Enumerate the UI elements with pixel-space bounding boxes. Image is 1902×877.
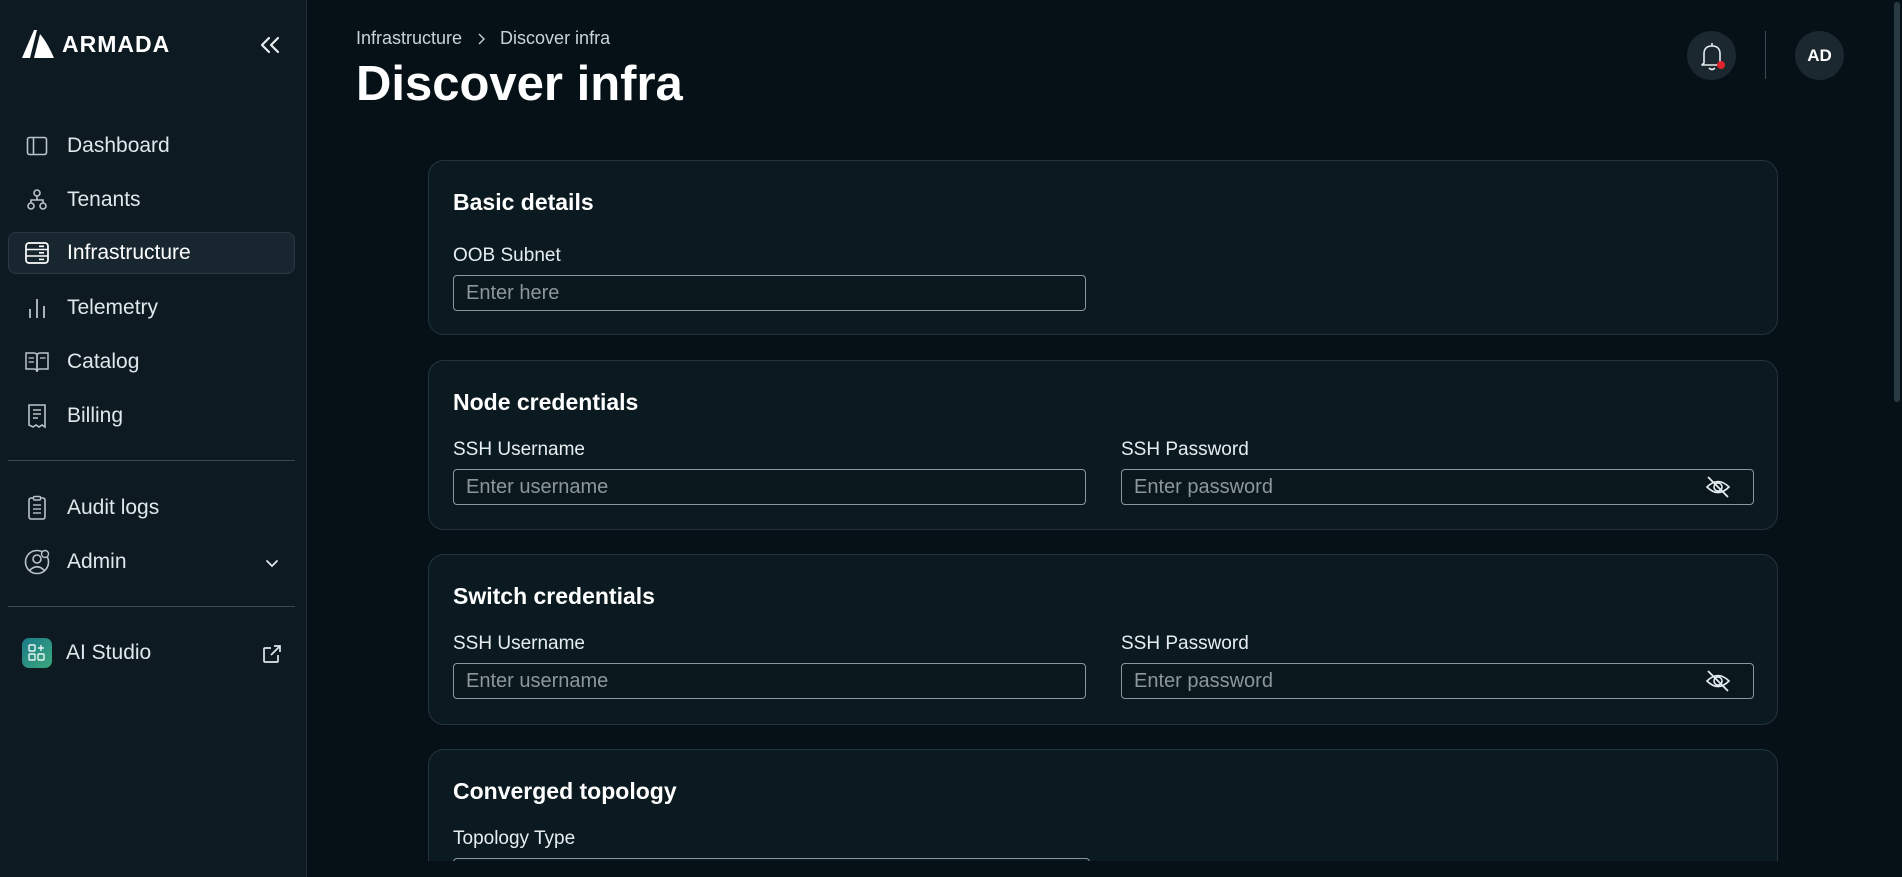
node-ssh-password-label: SSH Password <box>1121 439 1249 460</box>
notifications-button[interactable] <box>1687 31 1736 80</box>
armada-logo-icon <box>22 30 54 58</box>
sidebar-divider <box>8 606 295 607</box>
bell-icon <box>1700 42 1725 70</box>
book-icon <box>23 348 51 376</box>
sidebar-item-dashboard[interactable]: Dashboard <box>8 125 295 167</box>
collapse-sidebar-button[interactable] <box>255 30 285 60</box>
apps-icon <box>22 638 52 668</box>
switch-ssh-username-input[interactable] <box>453 663 1086 699</box>
switch-ssh-username-label: SSH Username <box>453 633 585 654</box>
switch-ssh-password-label: SSH Password <box>1121 633 1249 654</box>
sidebar-item-label: Infrastructure <box>67 241 191 264</box>
server-icon <box>23 239 51 267</box>
scrollbar[interactable] <box>1892 0 1902 877</box>
breadcrumb: Infrastructure Discover infra <box>356 28 610 49</box>
node-credentials-card: Node credentials SSH Username SSH Passwo… <box>428 360 1778 530</box>
card-title: Switch credentials <box>453 583 655 609</box>
sidebar-item-ai-studio[interactable]: AI Studio <box>8 632 295 674</box>
sidebar-item-admin[interactable]: Admin <box>8 541 295 583</box>
eye-off-icon[interactable] <box>1704 473 1732 501</box>
sidebar-item-audit-logs[interactable]: Audit logs <box>8 487 295 529</box>
header-divider <box>1765 31 1766 79</box>
bar-chart-icon <box>23 294 51 322</box>
sidebar: ARMADA Dashboard Tenants Infrastructure … <box>0 0 307 877</box>
tenants-icon <box>23 186 51 214</box>
sidebar-item-tenants[interactable]: Tenants <box>8 179 295 221</box>
node-ssh-username-input[interactable] <box>453 469 1086 505</box>
dashboard-icon <box>23 132 51 160</box>
switch-ssh-password-input[interactable] <box>1121 663 1754 699</box>
logo-text: ARMADA <box>62 30 171 57</box>
armada-logo[interactable]: ARMADA <box>20 28 170 60</box>
clipboard-icon <box>23 494 51 522</box>
card-title: Node credentials <box>453 389 639 415</box>
sidebar-divider <box>8 460 295 461</box>
chevron-down-icon[interactable] <box>260 551 284 575</box>
oob-subnet-input[interactable] <box>453 275 1086 311</box>
viewport-bottom-edge <box>308 861 1892 877</box>
sidebar-item-label: Catalog <box>67 350 140 373</box>
external-link-icon[interactable] <box>260 642 284 666</box>
page-title: Discover infra <box>356 57 683 111</box>
switch-credentials-card: Switch credentials SSH Username SSH Pass… <box>428 554 1778 725</box>
sidebar-item-billing[interactable]: Billing <box>8 395 295 437</box>
user-gear-icon <box>23 548 51 576</box>
card-title: Basic details <box>453 189 594 215</box>
topology-type-label: Topology Type <box>453 828 576 849</box>
scrollbar-thumb[interactable] <box>1894 2 1900 402</box>
sidebar-item-label: Billing <box>67 404 124 427</box>
sidebar-item-label: Admin <box>67 550 127 573</box>
breadcrumb-current: Discover infra <box>500 28 611 48</box>
node-ssh-username-label: SSH Username <box>453 439 585 460</box>
double-chevron-left-icon <box>260 36 280 54</box>
sidebar-item-label: Tenants <box>67 188 141 211</box>
sidebar-item-label: Audit logs <box>67 496 160 519</box>
card-title: Converged topology <box>453 778 677 804</box>
sidebar-item-label: Dashboard <box>67 134 170 157</box>
sidebar-item-catalog[interactable]: Catalog <box>8 341 295 383</box>
oob-subnet-label: OOB Subnet <box>453 245 561 266</box>
sidebar-item-label: AI Studio <box>66 641 152 664</box>
sidebar-item-infrastructure[interactable]: Infrastructure <box>8 232 295 274</box>
converged-topology-card: Converged topology Topology Type <box>428 749 1778 877</box>
chevron-right-icon <box>478 33 486 44</box>
basic-details-card: Basic details OOB Subnet <box>428 160 1778 335</box>
node-ssh-password-input[interactable] <box>1121 469 1754 505</box>
avatar[interactable]: AD <box>1795 31 1844 80</box>
breadcrumb-infrastructure-link[interactable]: Infrastructure <box>356 28 462 49</box>
notification-dot <box>1716 60 1725 69</box>
sidebar-item-telemetry[interactable]: Telemetry <box>8 287 295 329</box>
sidebar-item-label: Telemetry <box>67 296 159 319</box>
eye-off-icon[interactable] <box>1704 667 1732 695</box>
receipt-icon <box>23 402 51 430</box>
